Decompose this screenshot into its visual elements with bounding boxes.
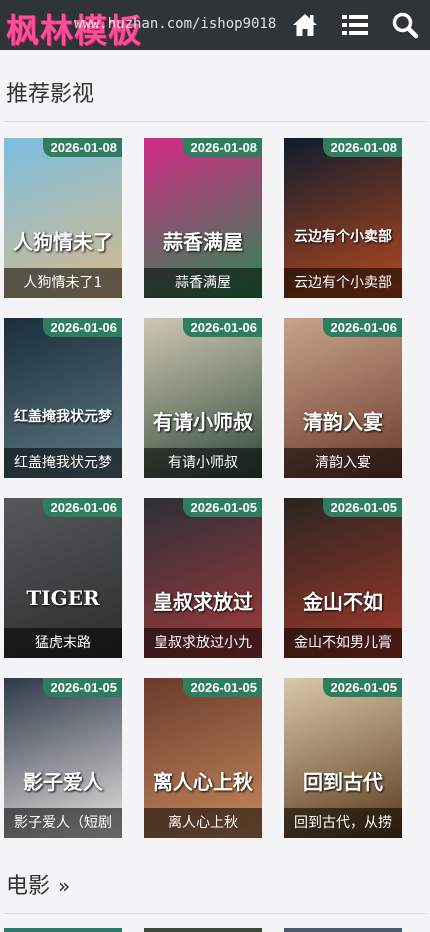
poster-title-art: 云边有个小卖部	[294, 229, 392, 245]
more-arrow-icon[interactable]: »	[58, 874, 70, 898]
date-badge: 2026-01-05	[322, 498, 402, 517]
poster-title-art: 金山不如	[303, 590, 383, 614]
poster-title-art: 皇叔求放过	[153, 590, 253, 614]
movies-title-label: 电影	[6, 874, 51, 899]
video-title[interactable]: 猛虎末路	[4, 628, 122, 658]
section-divider	[4, 913, 426, 914]
date-badge: 2026-01-05	[42, 678, 122, 697]
date-badge: 2026-01-06	[322, 318, 402, 337]
video-card[interactable]: 离人心上秋 2026-01-05 离人心上秋	[144, 678, 262, 838]
poster-title-art: 人狗情未了	[13, 230, 113, 254]
poster-title-art: 回到古代	[303, 770, 383, 794]
poster-title-art: TIGER	[26, 586, 100, 610]
video-card[interactable]: 影子爱人 2026-01-05 影子爱人（短剧	[4, 678, 122, 838]
poster-image[interactable]	[144, 928, 262, 932]
section-title-recommended: 推荐影视	[6, 82, 95, 107]
video-title[interactable]: 云边有个小卖部	[284, 268, 402, 298]
video-card[interactable]: 人狗情未了 2026-01-08 人狗情未了1	[4, 138, 122, 298]
video-title[interactable]: 影子爱人（短剧	[4, 808, 122, 838]
video-card[interactable]: 有请小师叔 2026-01-06 有请小师叔	[144, 318, 262, 478]
date-badge: 2026-01-06	[182, 318, 262, 337]
video-card[interactable]: 回到古代 2026-01-05 回到古代，从捞	[284, 678, 402, 838]
poster-title-art: 蒜香满屋	[163, 230, 243, 254]
video-card[interactable]: 皇叔求放过 2026-01-05 皇叔求放过小九	[144, 498, 262, 658]
date-badge: 2026-01-08	[42, 138, 122, 157]
section-divider	[4, 121, 426, 122]
video-title[interactable]: 有请小师叔	[144, 448, 262, 478]
poster-title-art: 离人心上秋	[153, 770, 253, 794]
date-badge: 2026-01-05	[322, 678, 402, 697]
video-title[interactable]: 金山不如男儿膏	[284, 628, 402, 658]
video-card[interactable]: 红盖掩我状元梦 2026-01-06 红盖掩我状元梦	[4, 318, 122, 478]
poster-title-art: 红盖掩我状元梦	[14, 409, 112, 425]
poster-image[interactable]	[4, 928, 122, 932]
date-badge: 2026-01-05	[182, 678, 262, 697]
poster-title-art: 有请小师叔	[153, 410, 253, 434]
date-badge: 2026-01-08	[182, 138, 262, 157]
video-title[interactable]: 皇叔求放过小九	[144, 628, 262, 658]
video-title[interactable]: 离人心上秋	[144, 808, 262, 838]
video-title[interactable]: 回到古代，从捞	[284, 808, 402, 838]
date-badge: 2026-01-08	[322, 138, 402, 157]
video-title[interactable]: 红盖掩我状元梦	[4, 448, 122, 478]
poster-title-art: 清韵入宴	[303, 410, 383, 434]
list-icon[interactable]	[340, 10, 370, 40]
video-title[interactable]: 蒜香满屋	[144, 268, 262, 298]
video-card[interactable]: TIGER 2026-01-06 猛虎末路	[4, 498, 122, 658]
date-badge: 2026-01-06	[42, 318, 122, 337]
section-title-movies[interactable]: 电影 »	[6, 868, 70, 900]
video-title[interactable]: 清韵入宴	[284, 448, 402, 478]
video-title[interactable]: 人狗情未了1	[4, 268, 122, 298]
watermark-text: www.huzhan.com/ishop9018	[74, 16, 277, 32]
date-badge: 2026-01-06	[42, 498, 122, 517]
top-nav-bar: 枫林模板 www.huzhan.com/ishop9018	[0, 0, 430, 50]
video-card[interactable]: 清韵入宴 2026-01-06 清韵入宴	[284, 318, 402, 478]
search-icon[interactable]	[390, 10, 420, 40]
video-card[interactable]: 云边有个小卖部 2026-01-08 云边有个小卖部	[284, 138, 402, 298]
video-card[interactable]: 蒜香满屋 2026-01-08 蒜香满屋	[144, 138, 262, 298]
movie-row-partial	[4, 928, 428, 932]
poster-image[interactable]	[284, 928, 402, 932]
home-icon[interactable]	[290, 10, 320, 40]
date-badge: 2026-01-05	[182, 498, 262, 517]
video-card[interactable]: 金山不如 2026-01-05 金山不如男儿膏	[284, 498, 402, 658]
video-grid: 人狗情未了 2026-01-08 人狗情未了1 蒜香满屋 2026-01-08 蒜香满屋云…	[4, 138, 428, 838]
poster-title-art: 影子爱人	[23, 770, 103, 794]
